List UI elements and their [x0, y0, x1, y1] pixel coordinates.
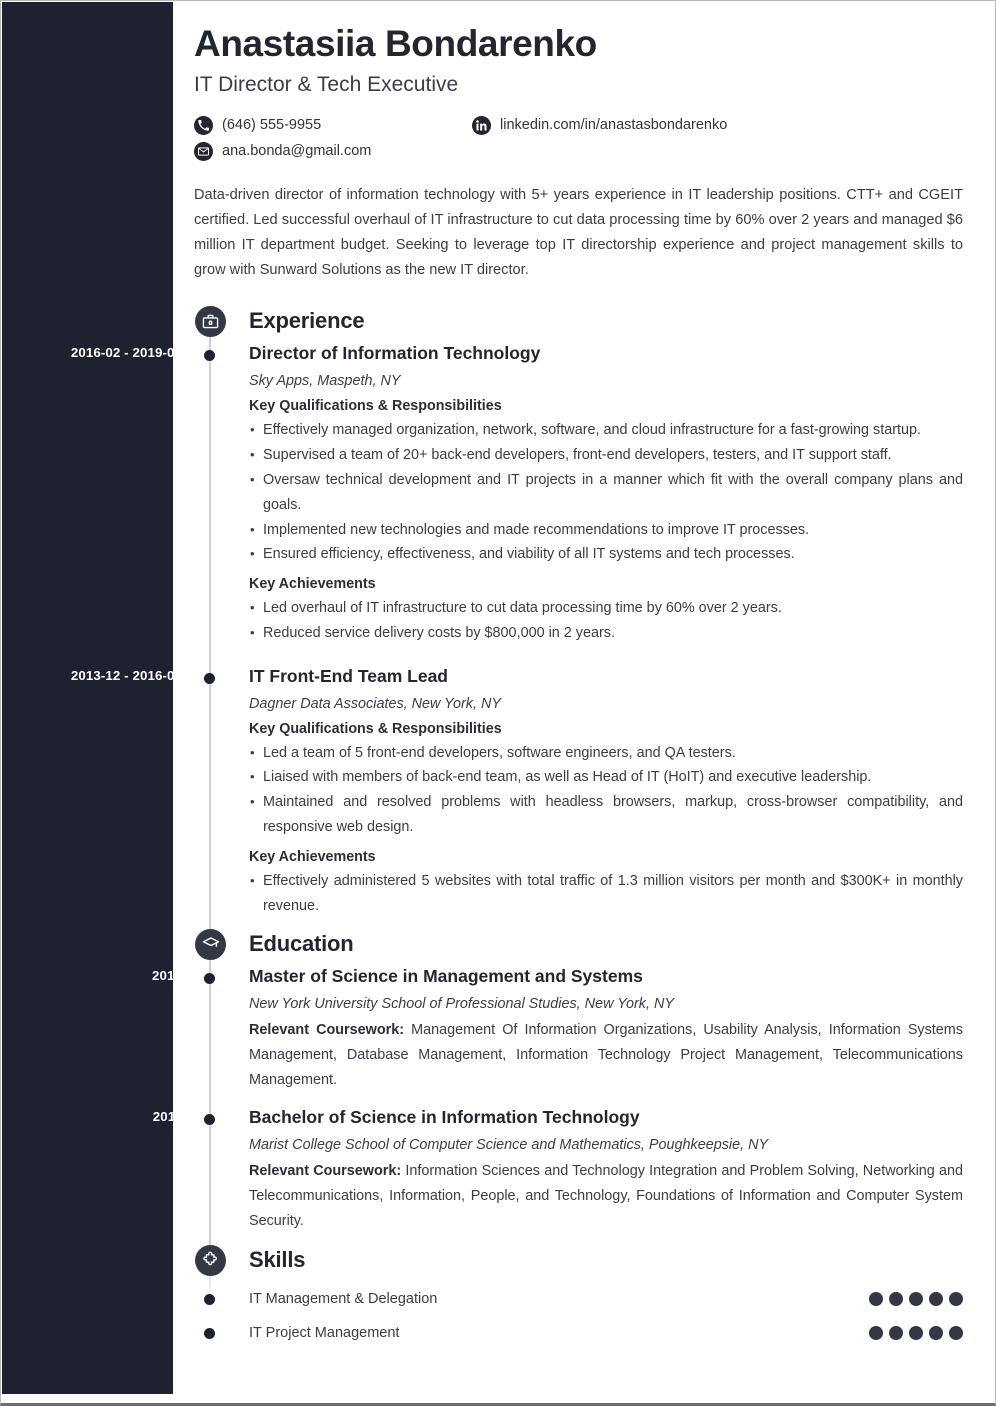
coursework-label: Relevant Coursework:	[249, 1163, 402, 1180]
section-title-experience: Experience	[249, 308, 365, 334]
list-item: Supervised a team of 20+ back-end develo…	[249, 443, 964, 468]
rating-dot	[949, 1292, 963, 1307]
list-item: Effectively managed organization, networ…	[249, 418, 964, 443]
education-coursework: Relevant Coursework: Information Science…	[249, 1159, 964, 1234]
rating-dot	[889, 1292, 903, 1307]
skill-name: IT Project Management	[249, 1325, 400, 1342]
achievements-label: Key Achievements	[249, 576, 376, 593]
education-entry: 2011 Bachelor of Science in Information …	[153, 1107, 964, 1234]
skill-item: IT Management & Delegation	[191, 1282, 964, 1316]
experience-company: Sky Apps, Maspeth, NY	[249, 373, 401, 390]
skill-rating	[869, 1326, 964, 1341]
experience-job-title: IT Front-End Team Lead	[249, 665, 448, 686]
rating-dot	[929, 1326, 943, 1341]
education-degree: Bachelor of Science in Information Techn…	[249, 1107, 640, 1128]
qualifications-list: Led a team of 5 front-end developers, so…	[249, 741, 964, 840]
contact-email[interactable]: ana.bonda@gmail.com	[194, 141, 472, 161]
qualifications-label: Key Qualifications & Responsibilities	[249, 398, 502, 415]
list-item: Led overhaul of IT infrastructure to cut…	[249, 596, 964, 621]
education-school: Marist College School of Computer Scienc…	[249, 1137, 769, 1154]
experience-company: Dagner Data Associates, New York, NY	[249, 695, 501, 712]
puzzle-piece-icon	[195, 1244, 226, 1276]
achievements-list: Effectively administered 5 websites with…	[249, 869, 964, 919]
graduation-cap-icon	[195, 928, 226, 960]
rating-dot	[929, 1292, 943, 1307]
linkedin-icon	[472, 115, 491, 135]
resume-timeline: Experience 2016-02 - 2019-04 Director of…	[71, 299, 964, 1350]
rating-dot	[889, 1326, 903, 1341]
resume-page: Anastasiia Bondarenko IT Director & Tech…	[0, 0, 996, 1406]
timeline-dot	[204, 1114, 215, 1126]
contact-linkedin[interactable]: linkedin.com/in/anastasbondarenko	[472, 115, 728, 135]
education-date: 2011	[152, 1109, 182, 1125]
timeline-dot	[204, 350, 215, 362]
education-entry: 2013 Master of Science in Management and…	[152, 966, 964, 1093]
list-item: Reduced service delivery costs by $800,0…	[249, 621, 964, 646]
skill-item: IT Project Management	[191, 1316, 964, 1350]
list-item: Maintained and resolved problems with he…	[249, 790, 964, 840]
phone-text: (646) 555-9955	[222, 117, 322, 134]
envelope-icon	[194, 141, 213, 161]
experience-entry: 2016-02 - 2019-04 Director of Informatio…	[71, 343, 964, 646]
rating-dot	[869, 1292, 883, 1307]
job-title: IT Director & Tech Executive	[194, 73, 459, 97]
section-header-experience: Experience	[191, 299, 964, 343]
education-coursework: Relevant Coursework: Management Of Infor…	[249, 1018, 964, 1093]
list-item: Effectively administered 5 websites with…	[249, 869, 964, 919]
phone-icon	[194, 115, 213, 135]
skill-name: IT Management & Delegation	[249, 1291, 438, 1308]
list-item: Ensured efficiency, effectiveness, and v…	[249, 542, 964, 567]
experience-date: 2013-12 - 2016-01	[70, 667, 182, 683]
linkedin-text: linkedin.com/in/anastasbondarenko	[500, 117, 728, 134]
sidebar-rail	[2, 2, 173, 1394]
contact-row-2: ana.bonda@gmail.com	[194, 138, 964, 164]
coursework-label: Relevant Coursework:	[249, 1022, 405, 1039]
education-school: New York University School of Profession…	[249, 996, 674, 1013]
timeline-dot	[204, 672, 215, 684]
experience-job-title: Director of Information Technology	[249, 343, 541, 364]
professional-summary: Data-driven director of information tech…	[194, 187, 963, 279]
contact-phone[interactable]: (646) 555-9955	[194, 115, 472, 135]
timeline-dot	[204, 973, 215, 985]
skill-rating	[869, 1292, 964, 1307]
briefcase-icon	[195, 305, 226, 337]
timeline-dot	[204, 1294, 215, 1306]
experience-date: 2016-02 - 2019-04	[70, 345, 182, 361]
resume-main-column: Anastasiia Bondarenko IT Director & Tech…	[71, 1, 995, 1403]
timeline-dot	[204, 1328, 215, 1340]
list-item: Liaised with members of back-end team, a…	[249, 765, 964, 790]
rating-dot	[909, 1326, 923, 1341]
section-title-education: Education	[249, 931, 354, 957]
education-date: 2013	[152, 968, 182, 984]
rating-dot	[869, 1326, 883, 1341]
section-header-education: Education	[191, 922, 964, 966]
contact-row-1: (646) 555-9955 linkedin.com/in/anastasbo…	[194, 112, 964, 138]
qualifications-list: Effectively managed organization, networ…	[249, 418, 964, 567]
list-item: Oversaw technical development and IT pro…	[249, 468, 964, 518]
rating-dot	[949, 1326, 963, 1341]
rating-dot	[909, 1292, 923, 1307]
experience-entry: 2013-12 - 2016-01 IT Front-End Team Lead…	[71, 665, 964, 919]
achievements-label: Key Achievements	[249, 848, 376, 865]
section-title-skills: Skills	[249, 1247, 306, 1273]
education-degree: Master of Science in Management and Syst…	[249, 966, 643, 987]
contact-info: (646) 555-9955 linkedin.com/in/anastasbo…	[191, 112, 964, 164]
achievements-list: Led overhaul of IT infrastructure to cut…	[249, 596, 964, 646]
email-text: ana.bonda@gmail.com	[222, 143, 372, 160]
list-item: Led a team of 5 front-end developers, so…	[249, 741, 964, 766]
qualifications-label: Key Qualifications & Responsibilities	[249, 720, 502, 737]
section-header-skills: Skills	[191, 1238, 964, 1282]
page-title: Anastasiia Bondarenko	[194, 23, 597, 64]
list-item: Implemented new technologies and made re…	[249, 518, 964, 543]
